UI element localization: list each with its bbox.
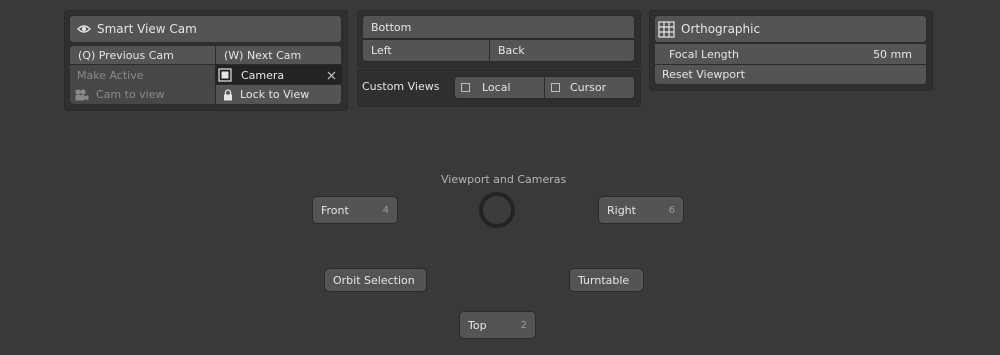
turntable-label: Turntable bbox=[578, 273, 630, 287]
orthographic-toggle[interactable]: Orthographic bbox=[654, 15, 927, 43]
top-view-label: Top bbox=[468, 318, 487, 332]
camera-icon bbox=[74, 88, 90, 102]
front-view-label: Front bbox=[321, 203, 349, 217]
next-cam-label: (W) Next Cam bbox=[224, 48, 302, 62]
right-view-button[interactable]: Right 6 bbox=[598, 196, 684, 224]
left-view-label: Left bbox=[371, 44, 392, 57]
camera-object-icon bbox=[218, 68, 232, 82]
orbit-selection-label: Orbit Selection bbox=[333, 273, 415, 287]
left-view-button[interactable]: Left bbox=[362, 39, 490, 62]
reset-viewport-label: Reset Viewport bbox=[662, 68, 745, 81]
cursor-toggle[interactable]: Cursor bbox=[544, 76, 635, 99]
reset-viewport-button[interactable]: Reset Viewport bbox=[654, 64, 927, 85]
right-view-label: Right bbox=[607, 203, 636, 217]
cam-to-view-button[interactable]: Cam to view bbox=[70, 85, 215, 104]
bottom-view-button[interactable]: Bottom bbox=[362, 15, 635, 39]
pie-menu-title: Viewport and Cameras bbox=[441, 173, 567, 186]
pie-center-ring bbox=[479, 192, 515, 228]
back-view-button[interactable]: Back bbox=[489, 39, 635, 62]
eye-icon bbox=[77, 24, 91, 34]
next-cam-button[interactable]: (W) Next Cam bbox=[215, 45, 342, 65]
lock-to-view-label: Lock to View bbox=[240, 88, 310, 101]
focal-length-value: 50 mm bbox=[873, 47, 912, 61]
make-active-button[interactable]: Make Active bbox=[70, 65, 215, 85]
local-toggle[interactable]: Local bbox=[454, 76, 545, 99]
cursor-checkbox[interactable] bbox=[551, 83, 560, 92]
focal-length-field[interactable]: Focal Length 50 mm bbox=[655, 44, 926, 64]
focal-length-label: Focal Length bbox=[669, 47, 739, 61]
cursor-label: Cursor bbox=[570, 81, 607, 94]
close-icon[interactable] bbox=[327, 71, 336, 80]
front-key-hint: 4 bbox=[382, 204, 389, 216]
turntable-button[interactable]: Turntable bbox=[569, 268, 644, 292]
previous-cam-button[interactable]: (Q) Previous Cam bbox=[69, 45, 216, 65]
top-key-hint: 2 bbox=[520, 319, 527, 331]
orthographic-label: Orthographic bbox=[681, 22, 761, 36]
lock-icon bbox=[223, 88, 233, 101]
make-active-label: Make Active bbox=[77, 68, 144, 82]
smart-view-cam-label: Smart View Cam bbox=[97, 22, 197, 36]
top-view-button[interactable]: Top 2 bbox=[459, 311, 536, 339]
bottom-view-label: Bottom bbox=[371, 20, 412, 34]
front-view-button[interactable]: Front 4 bbox=[312, 196, 398, 224]
local-checkbox[interactable] bbox=[461, 83, 470, 92]
camera-field[interactable]: Camera bbox=[215, 65, 342, 85]
right-key-hint: 6 bbox=[668, 204, 675, 216]
previous-cam-label: (Q) Previous Cam bbox=[78, 48, 174, 62]
cam-to-view-label: Cam to view bbox=[96, 88, 165, 101]
local-label: Local bbox=[482, 81, 511, 94]
back-view-label: Back bbox=[498, 44, 525, 57]
camera-field-value: Camera bbox=[241, 68, 285, 82]
lock-to-view-button[interactable]: Lock to View bbox=[215, 84, 342, 105]
custom-views-label: Custom Views bbox=[362, 80, 440, 93]
grid-icon bbox=[658, 20, 675, 38]
smart-view-cam-button[interactable]: Smart View Cam bbox=[69, 15, 342, 43]
orbit-selection-button[interactable]: Orbit Selection bbox=[324, 268, 427, 292]
